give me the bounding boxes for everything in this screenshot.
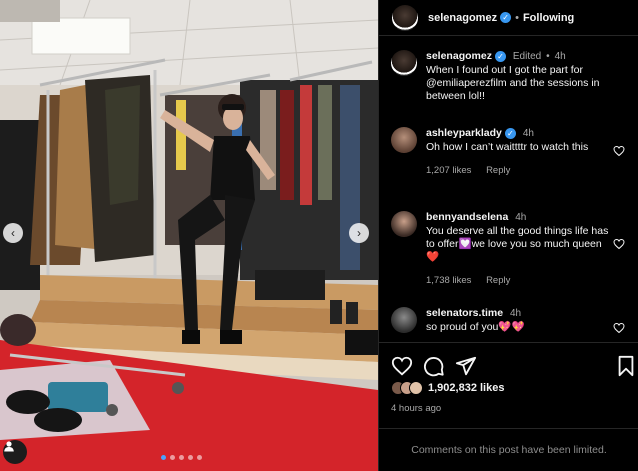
comment-time: 4h xyxy=(509,308,522,319)
comment-username[interactable]: ashleyparklady xyxy=(426,127,502,139)
likes-summary[interactable]: 1,902,832 likes xyxy=(391,381,504,395)
comment-text: so proud of you💖💖 xyxy=(426,321,525,333)
verified-icon: ✓ xyxy=(504,127,516,139)
divider xyxy=(379,342,638,343)
post-photo xyxy=(0,0,378,471)
comment-username[interactable]: selenators.time xyxy=(426,307,503,319)
avatar[interactable] xyxy=(391,307,417,333)
reply-button[interactable]: Reply xyxy=(486,165,510,176)
avatar[interactable] xyxy=(391,127,417,153)
post-media[interactable]: ‹ › xyxy=(0,0,378,471)
carousel-dot xyxy=(179,455,184,460)
bookmark-icon[interactable] xyxy=(615,355,637,377)
caption-edited: Edited xyxy=(512,51,542,62)
post-actions xyxy=(391,355,634,377)
post-header: selenagomez ✓ • Following xyxy=(379,0,638,36)
avatar[interactable] xyxy=(391,50,417,76)
heart-icon[interactable] xyxy=(613,322,625,334)
caption-username[interactable]: selenagomez xyxy=(426,50,492,62)
chevron-left-icon: ‹ xyxy=(11,226,15,240)
avatar[interactable] xyxy=(391,211,417,237)
comment-text: Oh how I can’t waittttr to watch this xyxy=(426,141,589,153)
likes-count[interactable]: 1,902,832 likes xyxy=(428,382,504,394)
chevron-right-icon: › xyxy=(357,226,361,240)
carousel-indicator xyxy=(161,455,202,460)
heart-icon[interactable] xyxy=(613,145,625,157)
comment-item: bennyandselena 4h You deserve all the go… xyxy=(391,211,631,287)
comment-item: ashleyparklady ✓ 4h Oh how I can’t waittt… xyxy=(391,127,631,177)
avatar[interactable] xyxy=(392,4,418,31)
comment-time: 4h xyxy=(522,128,534,139)
verified-icon: ✓ xyxy=(494,50,506,62)
avatar xyxy=(409,381,423,395)
carousel-next-button[interactable]: › xyxy=(349,223,369,243)
share-icon[interactable] xyxy=(455,355,477,377)
reply-button[interactable]: Reply xyxy=(486,275,510,286)
tagged-users-button[interactable] xyxy=(3,440,27,464)
caption-text: When I found out I got the part for @emi… xyxy=(426,64,600,102)
caption-time: 4h xyxy=(554,51,566,62)
heart-icon[interactable] xyxy=(613,238,625,250)
carousel-prev-button[interactable]: ‹ xyxy=(3,223,23,243)
post-timestamp: 4 hours ago xyxy=(391,403,442,414)
comments-section[interactable]: selenagomez ✓ Edited • 4h When I found ou… xyxy=(379,45,638,340)
comment-icon[interactable] xyxy=(423,355,445,377)
post-side-panel: selenagomez ✓ • Following selenagomez ✓ E… xyxy=(378,0,638,471)
caption-separator: • xyxy=(546,51,550,62)
comments-limited-notice: Comments on this post have been limited. xyxy=(379,428,638,471)
comment-likes[interactable]: 1,207 likes xyxy=(426,165,471,176)
comment-item: selenators.time 4h so proud of you💖💖 xyxy=(391,307,631,334)
following-button[interactable]: Following xyxy=(523,12,574,24)
header-separator: • xyxy=(515,11,519,24)
carousel-dot xyxy=(161,455,166,460)
comment-text: You deserve all the good things life has… xyxy=(426,225,609,263)
heart-icon[interactable] xyxy=(391,355,413,377)
carousel-dot xyxy=(188,455,193,460)
comment-likes[interactable]: 1,738 likes xyxy=(426,275,471,286)
caption: selenagomez ✓ Edited • 4h When I found ou… xyxy=(391,50,631,103)
post-username[interactable]: selenagomez xyxy=(428,12,497,24)
carousel-dot xyxy=(170,455,175,460)
user-tag-icon xyxy=(4,441,14,452)
comment-username[interactable]: bennyandselena xyxy=(426,211,508,223)
verified-icon: ✓ xyxy=(500,12,512,23)
comment-time: 4h xyxy=(515,212,527,223)
carousel-dot xyxy=(197,455,202,460)
